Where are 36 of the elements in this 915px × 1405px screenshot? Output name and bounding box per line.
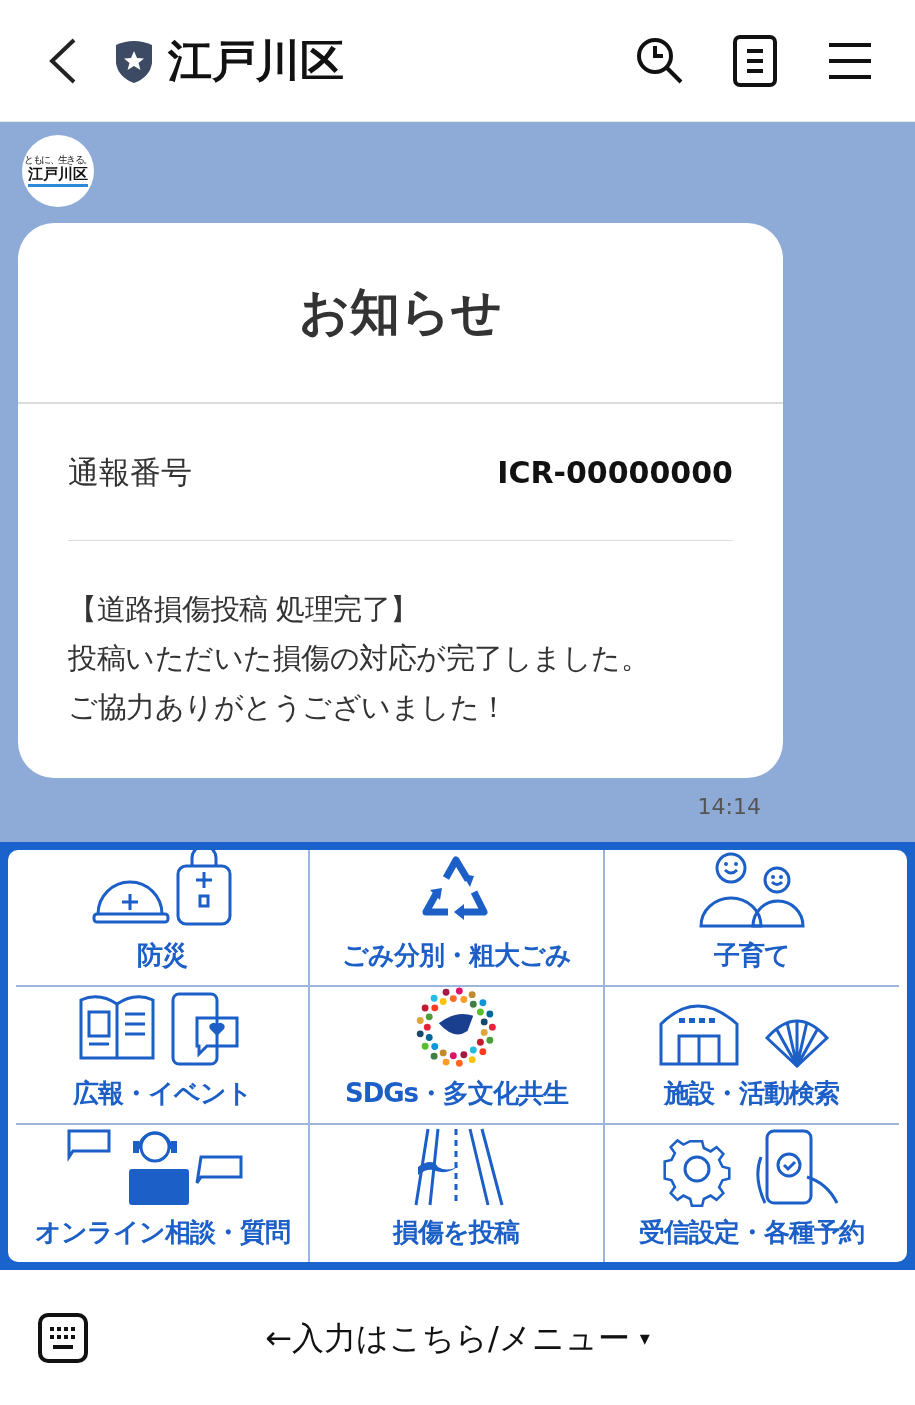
avatar-logo-text: 江戸川区 <box>28 165 88 187</box>
menu-label: 広報・イベント <box>72 1076 252 1110</box>
notes-icon <box>733 34 777 87</box>
field-label: 通報番号 <box>68 452 192 492</box>
menu-label: 施設・活動検索 <box>664 1076 840 1110</box>
menu-tile[interactable]: オンライン相談・質問 <box>16 1124 311 1262</box>
menu-label: 損傷を投稿 <box>393 1216 520 1249</box>
avatar-tagline: ともに、生きる。 <box>24 155 92 166</box>
menu-tile[interactable]: 防災 <box>16 850 311 988</box>
message-line: 【道路損傷投稿 処理完了】 <box>68 591 419 628</box>
message-line: 投稿いただいた損傷の対応が完了しました。 <box>68 640 649 677</box>
colorful-dot-ring-icon <box>414 987 499 1068</box>
menu-toggle[interactable]: ←入力はこちら/メニュー ▾ <box>88 1313 827 1362</box>
menu-label: 受信設定・各種予約 <box>639 1216 865 1249</box>
message-title: お知らせ <box>299 282 502 343</box>
menu-tile[interactable]: ごみ分別・粗大ごみ <box>310 850 605 988</box>
menu-tile[interactable]: 広報・イベント <box>16 987 311 1125</box>
menu-label: 子育て <box>713 939 790 973</box>
menu-label: SDGs・多文化共生 <box>344 1076 569 1110</box>
message-time: 14:14 <box>697 793 761 821</box>
menu-tile[interactable]: 施設・活動検索 <box>604 987 899 1125</box>
menu-tile[interactable]: SDGs・多文化共生 <box>310 987 605 1125</box>
keyboard-icon <box>38 1312 88 1363</box>
menu-icon <box>829 41 871 80</box>
shield-star-icon <box>114 38 154 83</box>
menu-tile[interactable]: 子育て <box>604 850 899 988</box>
message-line: ご協力ありがとうございました！ <box>68 689 508 726</box>
field-value: ICR-00000000 <box>497 453 733 492</box>
menu-label: オンライン相談・質問 <box>34 1216 290 1249</box>
menu-tile[interactable]: 損傷を投稿 <box>310 1124 605 1262</box>
menu-label: ごみ分別・粗大ごみ <box>342 939 571 973</box>
chat-title: 江戸川区 <box>168 38 344 83</box>
menu-tile[interactable]: 受信設定・各種予約 <box>604 1124 899 1262</box>
search-history-icon <box>635 35 685 86</box>
avatar[interactable]: ともに、生きる。 江戸川区 <box>22 135 94 207</box>
menu-label: 防災 <box>137 939 188 973</box>
